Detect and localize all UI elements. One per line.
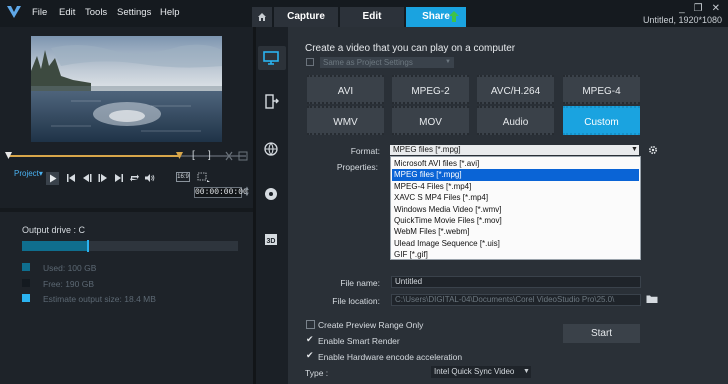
create-preview-checkbox[interactable]: [306, 320, 315, 329]
mark-in-button[interactable]: [: [192, 150, 195, 161]
tab-capture[interactable]: Capture: [274, 7, 338, 27]
minimize-button[interactable]: _: [679, 3, 685, 14]
type-select[interactable]: Intel Quick Sync Video: [431, 366, 531, 378]
end-icon[interactable]: [114, 173, 124, 183]
svg-text:3D: 3D: [267, 238, 276, 245]
close-button[interactable]: ✕: [712, 3, 720, 14]
free-swatch: [22, 279, 30, 287]
enlarge-icon[interactable]: [238, 151, 248, 161]
file-location-label: File location:: [332, 296, 380, 306]
file-name-label: File name:: [340, 278, 380, 288]
home-start-icon[interactable]: [66, 173, 76, 183]
list-item[interactable]: MPEG-4 Files [*.mp4]: [392, 181, 639, 192]
format-wmv-button[interactable]: WMV: [307, 106, 384, 135]
start-button[interactable]: Start: [563, 324, 640, 343]
resize-icon[interactable]: [197, 172, 211, 183]
smart-render-checkbox[interactable]: ✔: [306, 334, 314, 345]
chevron-down-icon[interactable]: ▼: [523, 368, 530, 375]
menu-edit[interactable]: Edit: [59, 7, 75, 18]
smart-render-label: Enable Smart Render: [318, 336, 400, 346]
gear-icon[interactable]: [648, 145, 658, 155]
workspace-tabs: Capture Edit Share: [252, 7, 468, 27]
format-custom-button[interactable]: Custom: [563, 106, 640, 135]
next-frame-icon[interactable]: [98, 173, 108, 183]
device-icon[interactable]: [261, 92, 281, 112]
split-clip-icon[interactable]: [224, 151, 234, 161]
timecode-display[interactable]: 00:00:00:00: [194, 187, 248, 198]
share-heading: Create a video that you can play on a co…: [305, 43, 516, 54]
window-controls: _ ❐ ✕: [679, 3, 720, 14]
home-icon: [258, 13, 266, 21]
format-label: Format:: [350, 146, 380, 156]
list-item[interactable]: XAVC S MP4 Files [*.mp4]: [392, 192, 639, 203]
disc-icon[interactable]: [261, 184, 281, 204]
list-item[interactable]: GIF [*.gif]: [392, 249, 639, 260]
menu-help[interactable]: Help: [160, 7, 180, 18]
project-clip-toggle[interactable]: Project▾: [14, 169, 43, 178]
format-dropdown-list: Microsoft AVI files [*.avi] MPEG files […: [390, 156, 641, 260]
corel-logo-icon: [7, 6, 21, 18]
chevron-down-icon[interactable]: ▼: [631, 146, 638, 153]
3d-icon[interactable]: 3D: [261, 229, 281, 249]
same-as-project-select[interactable]: Same as Project Settings ▼: [320, 57, 454, 68]
format-mov-button[interactable]: MOV: [392, 106, 469, 135]
format-avi-button[interactable]: AVI: [307, 75, 384, 104]
timeline-track[interactable]: [180, 155, 246, 157]
upload-arrow-icon[interactable]: [449, 11, 459, 23]
same-as-project-checkbox[interactable]: [306, 58, 314, 66]
same-as-project-label: Same as Project Settings: [323, 58, 413, 67]
estimate-swatch: [22, 294, 30, 302]
menu-file[interactable]: File: [32, 7, 47, 18]
trim-range-bar[interactable]: [8, 155, 180, 157]
share-category-strip: [256, 27, 288, 384]
list-item[interactable]: MPEG files [*.mpg]: [392, 169, 639, 181]
repeat-icon[interactable]: [129, 173, 140, 183]
prev-frame-icon[interactable]: [82, 173, 92, 183]
tab-edit[interactable]: Edit: [340, 7, 404, 27]
file-location-input[interactable]: C:\Users\DIGITAL-04\Documents\Corel Vide…: [391, 294, 641, 306]
type-label: Type :: [305, 368, 329, 378]
file-name-input[interactable]: Untitled: [391, 276, 641, 288]
format-mpeg4-button[interactable]: MPEG-4: [563, 75, 640, 104]
computer-icon[interactable]: [261, 48, 281, 68]
chevron-down-icon: ▼: [445, 59, 451, 65]
hw-encode-label: Enable Hardware encode acceleration: [318, 352, 463, 362]
volume-icon[interactable]: [144, 173, 155, 183]
list-item[interactable]: Microsoft AVI files [*.avi]: [392, 158, 639, 169]
folder-icon[interactable]: [646, 294, 658, 304]
output-drive-label: Output drive : C: [22, 225, 86, 235]
estimate-label: Estimate output size: 18.4 MB: [43, 294, 156, 304]
restore-button[interactable]: ❐: [694, 3, 703, 14]
web-icon[interactable]: [261, 139, 281, 159]
list-item[interactable]: WebM Files [*.webm]: [392, 226, 639, 237]
aspect-ratio-button[interactable]: 16:9: [176, 172, 190, 182]
video-preview: [31, 36, 222, 142]
menu-settings[interactable]: Settings: [117, 7, 151, 18]
format-select[interactable]: MPEG files [*.mpg]: [390, 145, 639, 155]
play-icon[interactable]: [46, 172, 59, 185]
format-audio-button[interactable]: Audio: [477, 106, 554, 135]
mark-out-button[interactable]: ]: [208, 150, 211, 161]
home-tab[interactable]: [252, 7, 272, 27]
list-item[interactable]: Windows Media Video [*.wmv]: [392, 204, 639, 215]
drive-used-fill: [22, 241, 88, 251]
list-item[interactable]: QuickTime Movie Files [*.mov]: [392, 215, 639, 226]
format-mpeg2-button[interactable]: MPEG-2: [392, 75, 469, 104]
timecode-stepper[interactable]: ▲ ▼: [244, 186, 250, 198]
project-title: Untitled, 1920*1080: [642, 15, 722, 25]
drive-estimate-marker: [87, 240, 89, 252]
list-item[interactable]: Ulead Image Sequence [*.uis]: [392, 238, 639, 249]
used-label: Used: 100 GB: [43, 263, 97, 273]
properties-label: Properties:: [336, 162, 378, 172]
free-label: Free: 190 GB: [43, 279, 95, 289]
menu-tools[interactable]: Tools: [85, 7, 107, 18]
used-swatch: [22, 263, 30, 271]
hw-encode-checkbox[interactable]: ✔: [306, 350, 314, 361]
format-avc-button[interactable]: AVC/H.264: [477, 75, 554, 104]
create-preview-label: Create Preview Range Only: [318, 320, 424, 330]
